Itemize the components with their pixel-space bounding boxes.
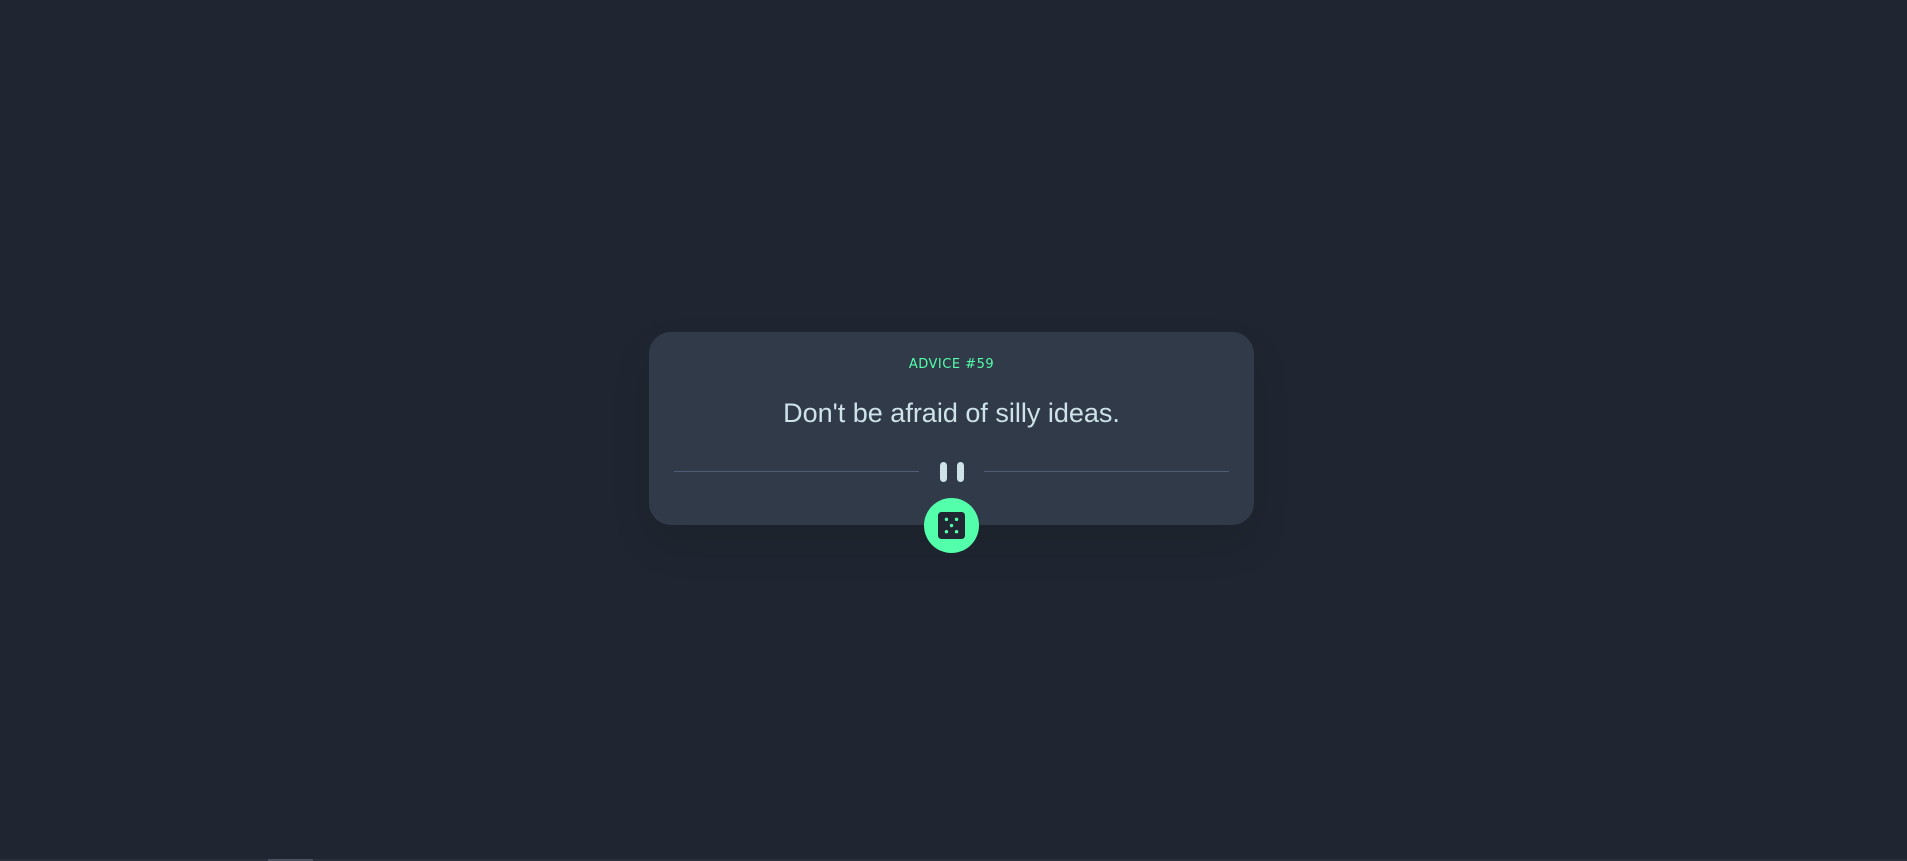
advice-card: ADVICE #59 Don't be afraid of silly idea… (649, 332, 1254, 525)
page: ADVICE #59 Don't be afraid of silly idea… (0, 0, 1907, 861)
pause-icon (938, 462, 966, 482)
advice-text: Don't be afraid of silly ideas. (783, 398, 1120, 428)
pause-bar-left (940, 462, 947, 482)
pause-bar-right (957, 462, 964, 482)
advice-number: ADVICE #59 (908, 357, 995, 372)
divider-line-right (984, 471, 1229, 472)
new-advice-button[interactable] (924, 498, 979, 553)
dice-icon (938, 512, 965, 539)
divider-line-left (674, 471, 919, 472)
divider (674, 462, 1229, 482)
